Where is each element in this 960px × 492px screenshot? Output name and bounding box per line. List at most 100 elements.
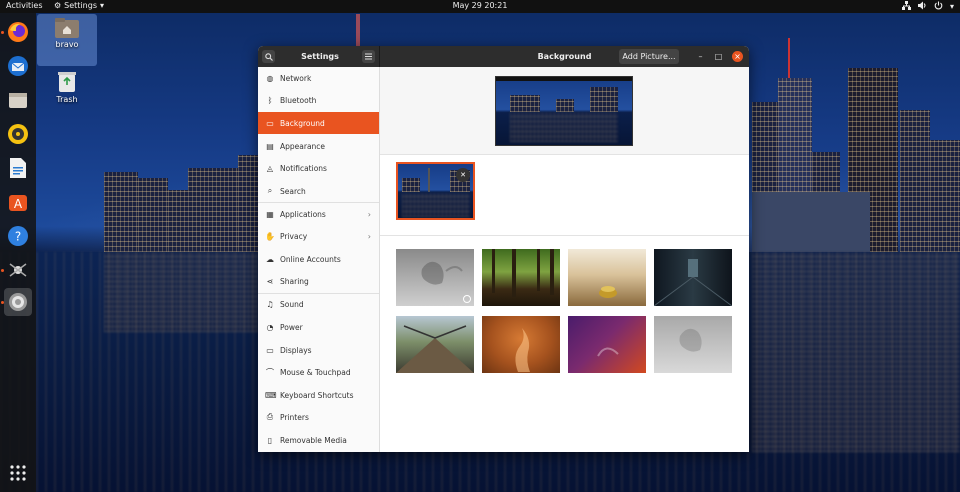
- current-wallpaper[interactable]: ✕: [396, 162, 475, 220]
- dock-software[interactable]: A: [4, 188, 32, 216]
- keyboard-icon: ⌨: [265, 390, 277, 400]
- sidebar-item-network[interactable]: ◍ Network: [258, 67, 379, 89]
- desktop-icon-trash[interactable]: Trash: [37, 71, 97, 104]
- bell-icon: ◬: [266, 163, 274, 173]
- sidebar-item-bluetooth[interactable]: ᛒ Bluetooth: [258, 89, 379, 111]
- dock-writer[interactable]: [4, 154, 32, 182]
- wallpaper-thumb-grey-light[interactable]: [654, 316, 732, 373]
- bluetooth-icon: ᛒ: [267, 95, 273, 105]
- sidebar-item-displays[interactable]: ▭ Displays: [258, 339, 379, 361]
- building: [238, 155, 258, 252]
- minimize-button[interactable]: –: [695, 51, 706, 62]
- volume-icon: [917, 1, 927, 12]
- dock-settings[interactable]: [4, 288, 32, 316]
- display-icon: ▭: [266, 345, 274, 355]
- software-icon: A: [9, 195, 27, 211]
- bokeh-object: [599, 286, 617, 298]
- sidebar-item-sharing[interactable]: ⋖ Sharing: [258, 270, 379, 292]
- wallpaper-thumb-table-bokeh[interactable]: [568, 249, 646, 306]
- settings-icon: [9, 293, 27, 311]
- preview-building: [556, 99, 574, 112]
- sidebar-item-search[interactable]: ⌕ Search: [258, 180, 379, 202]
- chevron-right-icon: ›: [367, 209, 371, 219]
- sidebar-item-power[interactable]: ◔ Power: [258, 316, 379, 338]
- building: [930, 140, 960, 252]
- sidebar-item-removable-media[interactable]: ▯ Removable Media: [258, 429, 379, 451]
- help-icon: ?: [8, 226, 28, 246]
- top-bar: Activities ⚙ Settings ▾ May 29 20:21 ▾: [0, 0, 960, 13]
- sidebar-item-label: Online Accounts: [280, 254, 341, 264]
- share-icon: ⋖: [266, 276, 274, 286]
- wallpaper-thumb-purple-gradient[interactable]: [568, 316, 646, 373]
- remove-wallpaper-button[interactable]: ✕: [456, 168, 470, 182]
- dock-firefox[interactable]: [4, 18, 32, 46]
- firefox-icon: [8, 22, 28, 42]
- dock: A ?: [0, 13, 36, 492]
- sidebar-item-appearance[interactable]: ▤ Appearance: [258, 135, 379, 157]
- system-tray[interactable]: ▾: [901, 0, 954, 13]
- close-button[interactable]: ×: [732, 51, 743, 62]
- desktop-icon-home[interactable]: bravo: [37, 14, 97, 66]
- sidebar-item-label: Search: [280, 186, 306, 196]
- sidebar-item-applications[interactable]: ▦ Applications ›: [258, 203, 379, 225]
- timed-wallpaper-clock-icon: [463, 295, 471, 303]
- sidebar-item-notifications[interactable]: ◬ Notifications: [258, 157, 379, 179]
- wallpaper-thumb-grey-cat[interactable]: [396, 249, 474, 306]
- search-button[interactable]: [262, 50, 275, 63]
- sidebar-item-label: Bluetooth: [280, 95, 317, 105]
- preview-topbar: [496, 77, 632, 81]
- svg-text:?: ?: [15, 230, 21, 244]
- cloud-icon: ☁: [266, 254, 274, 264]
- sidebar-item-label: Keyboard Shortcuts: [280, 390, 354, 400]
- sidebar-header: Settings: [258, 46, 380, 67]
- monitor-icon: ▭: [266, 118, 274, 128]
- menu-button[interactable]: [362, 50, 375, 63]
- sidebar-item-background[interactable]: ▭ Background: [258, 112, 379, 134]
- building: [104, 172, 138, 252]
- dock-help[interactable]: ?: [4, 222, 32, 250]
- dock-thunderbird[interactable]: [4, 52, 32, 80]
- sidebar-item-label: Displays: [280, 345, 312, 355]
- sidebar-item-printers[interactable]: ⎙ Printers: [258, 406, 379, 428]
- sidebar-item-mouse-touchpad[interactable]: ⌒ Mouse & Touchpad: [258, 361, 379, 383]
- settings-window: Settings Background Add Picture... – □ ×…: [258, 46, 749, 452]
- flame-shape: [515, 328, 530, 372]
- sidebar-item-label: Applications: [280, 209, 326, 219]
- desktop-icon-label: bravo: [55, 40, 79, 49]
- add-picture-button[interactable]: Add Picture...: [619, 49, 679, 64]
- dock-files[interactable]: [4, 86, 32, 114]
- hand-icon: ✋: [265, 231, 275, 241]
- sidebar-item-privacy[interactable]: ✋ Privacy ›: [258, 225, 379, 247]
- show-applications[interactable]: [4, 459, 32, 487]
- sidebar-item-label: Sound: [280, 299, 304, 309]
- dock-rhythmbox[interactable]: [4, 120, 32, 148]
- wallpaper-thumb-orange-flame[interactable]: [482, 316, 560, 373]
- window-title: Background: [537, 52, 592, 61]
- wallpaper-thumb-dark-corridor[interactable]: [654, 249, 732, 306]
- preview-building: [590, 87, 618, 112]
- globe-icon: ◍: [266, 73, 274, 83]
- trash-icon: [58, 72, 76, 92]
- sidebar-item-label: Privacy: [280, 231, 308, 241]
- maximize-button[interactable]: □: [713, 51, 724, 62]
- cn-tower: [356, 14, 360, 46]
- sidebar-item-online-accounts[interactable]: ☁ Online Accounts: [258, 248, 379, 270]
- dock-screenshot[interactable]: [4, 256, 32, 284]
- sidebar-item-sound[interactable]: ♫ Sound: [258, 293, 379, 315]
- sidebar-item-keyboard-shortcuts[interactable]: ⌨ Keyboard Shortcuts: [258, 384, 379, 406]
- antenna: [788, 38, 790, 78]
- chevron-right-icon: ›: [367, 231, 371, 241]
- sidebar-title: Settings: [301, 52, 339, 61]
- sidebar-item-label: Network: [280, 73, 312, 83]
- wallpaper-thumb-forest[interactable]: [482, 249, 560, 306]
- rhythmbox-icon: [8, 124, 28, 144]
- writer-icon: [10, 158, 26, 178]
- low-building: [752, 192, 870, 252]
- sidebar-item-label: Background: [280, 118, 325, 128]
- files-icon: [9, 93, 27, 108]
- thumb-building: [402, 178, 420, 192]
- wallpaper-thumb-suspension-bridge[interactable]: [396, 316, 474, 373]
- sidebar-item-label: Power: [280, 322, 303, 332]
- trees: [492, 249, 554, 297]
- clock[interactable]: May 29 20:21: [0, 1, 960, 10]
